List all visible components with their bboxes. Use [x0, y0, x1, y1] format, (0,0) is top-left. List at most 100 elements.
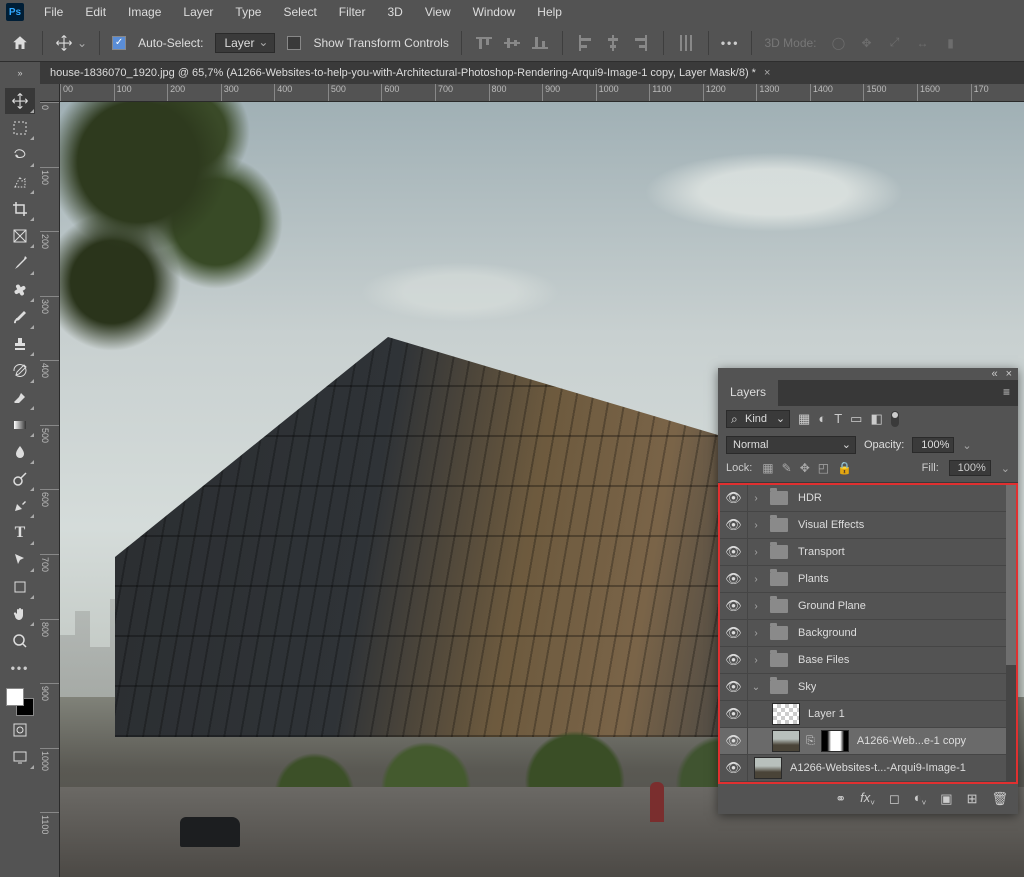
visibility-toggle[interactable]: 👁: [720, 512, 748, 538]
align-left-icon[interactable]: [575, 33, 595, 53]
smart-filter-icon[interactable]: ◧: [870, 411, 882, 427]
link-mask-icon[interactable]: ⎘: [806, 735, 815, 748]
lock-transparency-icon[interactable]: ▦: [762, 461, 773, 475]
expand-icon[interactable]: ›: [748, 520, 764, 531]
menu-file[interactable]: File: [34, 1, 73, 23]
layer-group[interactable]: 👁› HDR: [720, 485, 1016, 512]
pixel-filter-icon[interactable]: ▦: [798, 411, 810, 427]
visibility-toggle[interactable]: 👁: [720, 701, 748, 727]
opacity-dropdown-icon[interactable]: ⌄: [962, 439, 971, 452]
layer-name[interactable]: Ground Plane: [798, 600, 866, 612]
align-top-icon[interactable]: [474, 33, 494, 53]
expand-icon[interactable]: ›: [748, 493, 764, 504]
scrollbar-track[interactable]: [1006, 485, 1016, 782]
kind-filter-dropdown[interactable]: Kind: [726, 410, 790, 428]
menu-layer[interactable]: Layer: [173, 1, 223, 23]
visibility-toggle[interactable]: 👁: [720, 485, 748, 511]
distribute-h-icon[interactable]: [676, 33, 696, 53]
camera-icon[interactable]: ▮: [941, 33, 961, 53]
edit-toolbar-button[interactable]: •••: [5, 655, 35, 681]
expand-icon[interactable]: ›: [748, 601, 764, 612]
layers-tab[interactable]: Layers: [718, 380, 778, 406]
menu-window[interactable]: Window: [463, 1, 526, 23]
visibility-toggle[interactable]: 👁: [720, 647, 748, 673]
foreground-color-swatch[interactable]: [6, 688, 24, 706]
orbit-icon[interactable]: ◯: [829, 33, 849, 53]
fill-input[interactable]: 100%: [949, 460, 991, 476]
type-filter-icon[interactable]: T: [834, 411, 842, 427]
lock-artboard-icon[interactable]: ◰: [818, 461, 829, 475]
auto-select-target-dropdown[interactable]: Layer: [215, 33, 275, 53]
lock-all-icon[interactable]: 🔒: [837, 461, 852, 475]
layer-style-icon[interactable]: fx˅: [860, 790, 875, 808]
healing-tool[interactable]: [5, 277, 35, 303]
move-tool[interactable]: [5, 88, 35, 114]
opacity-input[interactable]: 100%: [912, 437, 954, 453]
align-right-icon[interactable]: [631, 33, 651, 53]
eraser-tool[interactable]: [5, 385, 35, 411]
align-vcenter-icon[interactable]: [502, 33, 522, 53]
collapse-icon[interactable]: ⌄: [748, 682, 764, 693]
menu-edit[interactable]: Edit: [75, 1, 116, 23]
menu-select[interactable]: Select: [273, 1, 326, 23]
layer-group[interactable]: 👁› Plants: [720, 566, 1016, 593]
lock-pixels-icon[interactable]: ✎: [782, 461, 792, 475]
shape-tool[interactable]: [5, 574, 35, 600]
layer-name[interactable]: Background: [798, 627, 857, 639]
pan-icon[interactable]: ✥: [857, 33, 877, 53]
close-panel-icon[interactable]: ×: [1006, 368, 1012, 380]
menu-help[interactable]: Help: [527, 1, 572, 23]
layer-name[interactable]: Layer 1: [808, 708, 845, 720]
blend-mode-dropdown[interactable]: Normal: [726, 436, 856, 454]
quick-mask-button[interactable]: [5, 717, 35, 743]
path-select-tool[interactable]: [5, 547, 35, 573]
move-tool-indicator[interactable]: ⌄: [55, 34, 87, 52]
layer-thumbnail[interactable]: [772, 703, 800, 725]
panel-drag-handle[interactable]: « ×: [718, 368, 1018, 380]
layer-group[interactable]: 👁› Base Files: [720, 647, 1016, 674]
brush-tool[interactable]: [5, 304, 35, 330]
layer-name[interactable]: Base Files: [798, 654, 849, 666]
visibility-toggle[interactable]: 👁: [720, 728, 748, 754]
menu-type[interactable]: Type: [225, 1, 271, 23]
expand-icon[interactable]: ›: [748, 547, 764, 558]
layer-group[interactable]: 👁›Background: [720, 620, 1016, 647]
mask-thumbnail[interactable]: [821, 730, 849, 752]
collapse-panel-icon[interactable]: «: [991, 368, 997, 380]
layer-item-selected[interactable]: 👁 ⎘ A1266-Web...e-1 copy: [720, 728, 1016, 755]
layer-group[interactable]: 👁› Transport: [720, 539, 1016, 566]
history-brush-tool[interactable]: [5, 358, 35, 384]
scrollbar-thumb[interactable]: [1006, 485, 1016, 665]
visibility-toggle[interactable]: 👁: [720, 674, 748, 700]
menu-filter[interactable]: Filter: [329, 1, 376, 23]
align-hcenter-icon[interactable]: [603, 33, 623, 53]
more-options-button[interactable]: •••: [721, 36, 740, 50]
add-mask-icon[interactable]: ◻: [889, 791, 900, 807]
menu-3d[interactable]: 3D: [377, 1, 412, 23]
visibility-toggle[interactable]: 👁: [720, 620, 748, 646]
dodge-tool[interactable]: [5, 466, 35, 492]
layer-name[interactable]: Sky: [798, 681, 816, 693]
visibility-toggle[interactable]: 👁: [720, 566, 748, 592]
close-tab-icon[interactable]: ×: [764, 67, 770, 79]
delete-layer-icon[interactable]: 🗑: [991, 791, 1008, 807]
layer-name[interactable]: HDR: [798, 492, 822, 504]
visibility-toggle[interactable]: 👁: [720, 539, 748, 565]
layer-name[interactable]: A1266-Web...e-1 copy: [857, 735, 966, 747]
home-button[interactable]: [10, 33, 30, 53]
layer-name[interactable]: A1266-Websites-t...-Arqui9-Image-1: [790, 762, 966, 774]
layer-thumbnail[interactable]: [754, 757, 782, 779]
blur-tool[interactable]: [5, 439, 35, 465]
layer-name[interactable]: Plants: [798, 573, 829, 585]
expand-icon[interactable]: ›: [748, 655, 764, 666]
stamp-tool[interactable]: [5, 331, 35, 357]
zoom-tool[interactable]: [5, 628, 35, 654]
horizontal-ruler[interactable]: 0010020030040050060070080090010001100120…: [60, 84, 1024, 102]
expand-icon[interactable]: ›: [748, 574, 764, 585]
dolly-icon[interactable]: ⤢: [885, 33, 905, 53]
layer-name[interactable]: Transport: [798, 546, 845, 558]
eyedropper-tool[interactable]: [5, 250, 35, 276]
lock-position-icon[interactable]: ✥: [800, 461, 810, 475]
filter-toggle[interactable]: [891, 411, 899, 427]
collapse-handle[interactable]: »: [0, 62, 40, 84]
